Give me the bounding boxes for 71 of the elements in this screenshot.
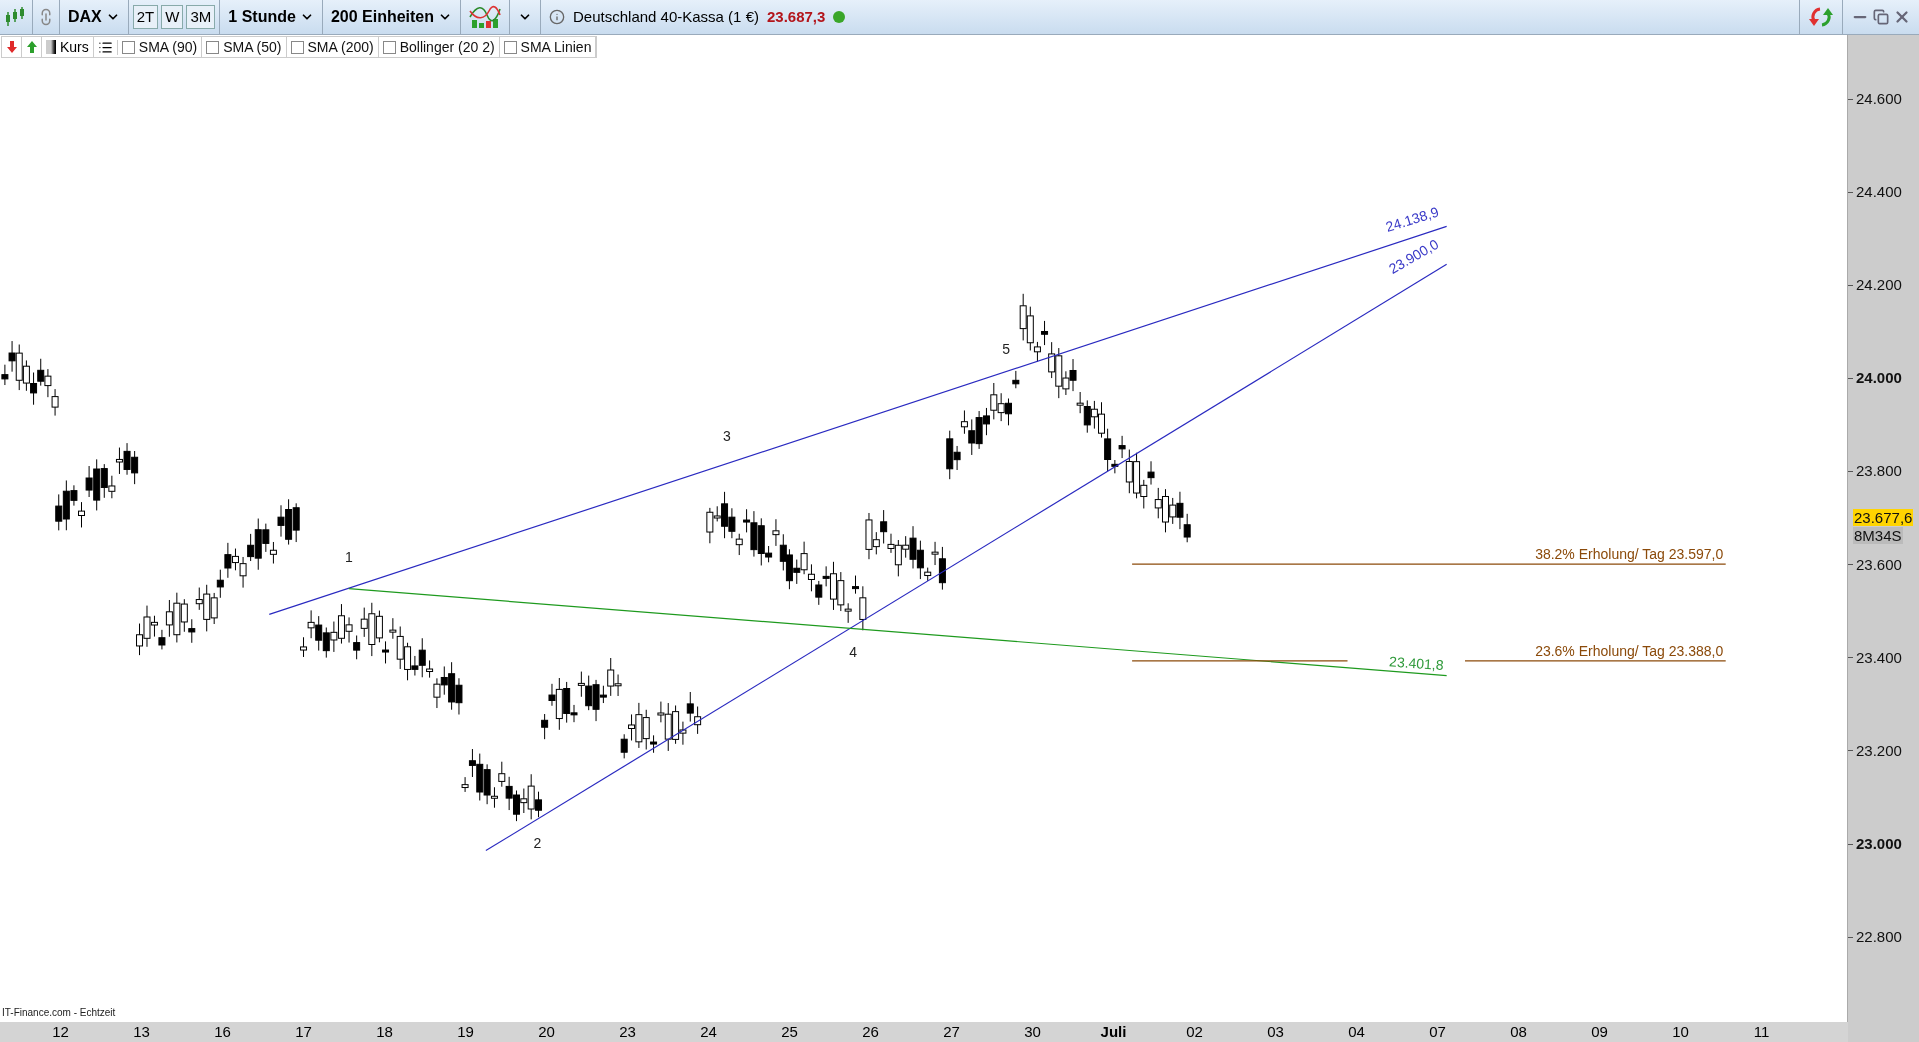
period-tab[interactable]: W	[161, 5, 184, 29]
date-label: 04	[1347, 1022, 1366, 1042]
date-label: 23	[618, 1022, 637, 1042]
date-label: 27	[942, 1022, 961, 1042]
restore-icon[interactable]	[1873, 9, 1889, 25]
close-icon[interactable]	[1893, 8, 1911, 26]
units-dropdown[interactable]: 200 Einheiten	[322, 0, 462, 34]
price-tick-label: 22.800	[1856, 926, 1902, 947]
price-tick-label: 23.000	[1856, 833, 1902, 854]
date-label: Juli	[1099, 1022, 1128, 1042]
date-label: 30	[1023, 1022, 1042, 1042]
checkbox[interactable]	[290, 40, 304, 54]
date-label: 11	[1752, 1022, 1771, 1042]
chart-type-icon[interactable]	[469, 5, 502, 29]
date-label: 17	[294, 1022, 313, 1042]
price-tick-label: 23.800	[1856, 461, 1902, 482]
date-label: 24	[699, 1022, 718, 1042]
date-label: 10	[1671, 1022, 1690, 1042]
checkbox[interactable]	[382, 40, 396, 54]
date-label: 02	[1185, 1022, 1204, 1042]
price-tick-label: 23.200	[1856, 740, 1902, 761]
wave-label: 5	[1002, 340, 1010, 357]
source-label: IT-Finance.com - Echtzeit	[2, 1006, 116, 1020]
list-icon[interactable]	[97, 39, 113, 55]
date-label: 20	[537, 1022, 556, 1042]
countdown-label: 8M34S	[1853, 527, 1903, 544]
info-icon[interactable]	[549, 9, 566, 25]
price-tick-label: 24.400	[1856, 182, 1902, 203]
current-price: 23.687,3	[766, 6, 826, 27]
down-arrow-icon	[4, 40, 19, 54]
wave-label: 2	[533, 835, 542, 852]
symbol-dropdown[interactable]: DAX	[60, 0, 129, 34]
series-swatch	[46, 40, 56, 54]
indicator-label: SMA (90)	[138, 37, 198, 57]
period-tab[interactable]: 3M	[186, 5, 216, 29]
level-label: 38.2% Erholung/ Tag 23.597,0	[1535, 546, 1724, 563]
price-tick-label: 23.600	[1856, 554, 1902, 575]
indicator-label: SMA Linien	[520, 37, 592, 57]
date-label: 26	[861, 1022, 880, 1042]
indicator-label: SMA (200)	[307, 37, 374, 57]
up-arrow-icon	[24, 40, 39, 54]
level-label: 23.6% Erholung/ Tag 23.388,0	[1535, 643, 1724, 659]
date-label: 03	[1266, 1022, 1285, 1042]
checkbox[interactable]	[503, 40, 517, 54]
price-tick-label: 23.400	[1856, 647, 1902, 668]
wave-label: 4	[849, 644, 857, 661]
wave-label: 3	[723, 427, 731, 444]
period-tab[interactable]: 2T	[132, 5, 159, 29]
date-label: 09	[1590, 1022, 1609, 1042]
indicator-label: Bollinger (20 2)	[399, 37, 495, 57]
checkbox[interactable]	[121, 40, 135, 54]
refresh-icon[interactable]	[1808, 5, 1834, 29]
wave-label: 1	[344, 548, 353, 565]
date-label: 12	[51, 1022, 70, 1042]
price-tick-label: 24.200	[1856, 275, 1902, 296]
checkbox[interactable]	[206, 40, 220, 54]
date-label: 16	[213, 1022, 232, 1042]
price-tick-label: 24.600	[1856, 89, 1902, 109]
interval-dropdown[interactable]: 1 Stunde	[220, 0, 323, 34]
instrument-name: Deutschland 40-Kassa (1 €)	[573, 6, 759, 27]
current-price-tag: 23.677,6	[1853, 509, 1914, 526]
date-label: 18	[375, 1022, 394, 1042]
price-tick-label: 24.000	[1856, 368, 1902, 389]
date-label: 25	[780, 1022, 799, 1042]
date-label: 07	[1428, 1022, 1447, 1042]
date-label: 13	[132, 1022, 151, 1042]
date-label: 08	[1509, 1022, 1528, 1042]
indicator-label: SMA (50)	[223, 37, 282, 57]
date-label: 19	[456, 1022, 475, 1042]
line-value-label: 23.401,8	[1388, 653, 1445, 674]
series-label: Kurs	[60, 37, 89, 57]
